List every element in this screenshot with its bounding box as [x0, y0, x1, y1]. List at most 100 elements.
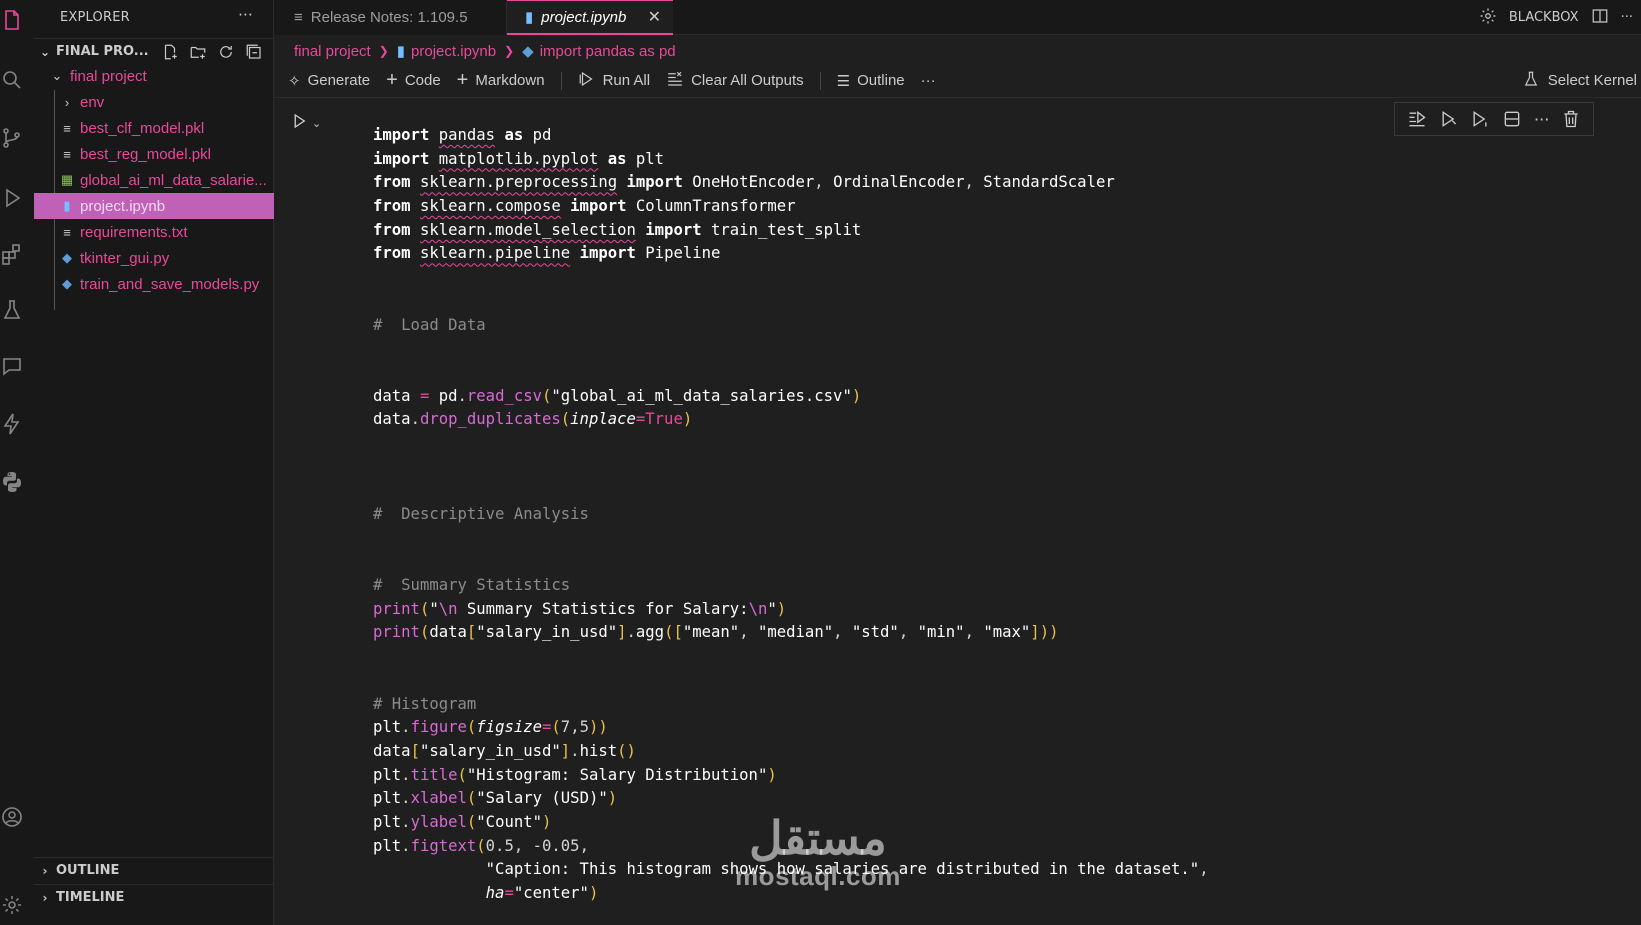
timeline-title: TIMELINE: [56, 890, 125, 905]
explorer-header: EXPLORER ···: [34, 0, 273, 35]
manage-gear-icon[interactable]: [0, 893, 22, 917]
extensions-icon[interactable]: [0, 242, 22, 266]
split-cell-icon[interactable]: [1502, 109, 1522, 129]
code-line: plt.title("Histogram: Salary Distributio…: [373, 765, 777, 784]
lightning-icon[interactable]: [0, 412, 22, 436]
refresh-icon[interactable]: [216, 42, 236, 62]
clear-outputs-label: Clear All Outputs: [691, 72, 804, 89]
notebook-icon: ▮: [396, 43, 406, 60]
explorer-title: EXPLORER: [60, 10, 130, 25]
more-actions-icon[interactable]: ···: [1621, 10, 1633, 25]
blackbox-label[interactable]: BLACKBOX: [1509, 10, 1579, 25]
tree-file-salaries-csv[interactable]: ▦ global_ai_ml_data_salarie...: [34, 167, 274, 193]
new-file-icon[interactable]: [160, 42, 180, 62]
tree-file-train-and-save-models[interactable]: ◆ train_and_save_models.py: [34, 271, 274, 297]
explorer-actions: [160, 42, 264, 62]
tree-item-label: tkinter_gui.py: [80, 249, 170, 267]
title-actions: BLACKBOX ···: [1479, 0, 1641, 35]
chevron-down-icon[interactable]: ⌄: [312, 117, 321, 130]
code-cell-editor[interactable]: import pandas as pd import matplotlib.pyp…: [373, 124, 1209, 906]
breadcrumb-item-file[interactable]: project.ipynb: [411, 43, 496, 60]
code-line: from sklearn.model_selection import trai…: [373, 220, 862, 239]
execute-above-icon[interactable]: [1439, 109, 1459, 129]
file-lines-icon: ≡: [63, 224, 71, 240]
execute-below-icon[interactable]: [1470, 109, 1490, 129]
tree-item-label: global_ai_ml_data_salarie...: [80, 171, 267, 189]
plus-icon: +: [386, 69, 398, 91]
tree-file-best-clf-model[interactable]: ≡ best_clf_model.pkl: [34, 115, 274, 141]
more-label: ···: [920, 72, 936, 89]
run-by-line-icon[interactable]: [1407, 109, 1427, 129]
tree-folder-env[interactable]: › env: [34, 89, 274, 115]
csv-table-icon: ▦: [60, 172, 74, 187]
python-symbol-icon: ◆: [522, 43, 534, 60]
tab-project-ipynb[interactable]: ▮ project.ipynb ✕: [507, 0, 673, 35]
code-line: from sklearn.compose import ColumnTransf…: [373, 197, 796, 216]
tree-file-tkinter-gui[interactable]: ◆ tkinter_gui.py: [34, 245, 274, 271]
chevron-right-icon: ›: [64, 94, 70, 110]
tab-release-notes[interactable]: ≡ Release Notes: 1.109.5: [274, 0, 507, 35]
watermark-arabic: مستقل: [749, 812, 887, 864]
new-folder-icon[interactable]: [188, 42, 208, 62]
explorer-icon[interactable]: [0, 8, 22, 32]
run-all-icon: [578, 70, 596, 92]
tree-item-label: env: [80, 93, 105, 111]
file-lines-icon: ≡: [63, 146, 71, 162]
clear-all-outputs-button[interactable]: Clear All Outputs: [666, 70, 804, 92]
chevron-down-icon: ⌄: [51, 68, 63, 83]
select-kernel-button[interactable]: Select Kernel: [1522, 70, 1637, 92]
outline-button[interactable]: ☰ Outline: [837, 72, 905, 90]
tree-file-project-ipynb[interactable]: ▮ project.ipynb: [34, 193, 274, 219]
run-debug-icon[interactable]: [0, 186, 22, 210]
chat-icon[interactable]: [0, 354, 22, 378]
workspace-section-header[interactable]: ⌄ FINAL PRO...: [34, 38, 274, 64]
search-icon[interactable]: [0, 68, 22, 92]
account-icon[interactable]: [0, 805, 22, 829]
run-all-button[interactable]: Run All: [578, 70, 650, 92]
collapse-all-icon[interactable]: [244, 42, 264, 62]
split-editor-icon[interactable]: [1591, 7, 1609, 29]
python-icon[interactable]: [0, 470, 22, 494]
delete-cell-icon[interactable]: [1561, 109, 1581, 129]
cell-run-controls: ⌄: [290, 112, 321, 134]
close-icon[interactable]: ✕: [648, 7, 661, 27]
source-control-icon[interactable]: [0, 126, 22, 150]
editor-tab-bar: ≡ Release Notes: 1.109.5 ▮ project.ipynb…: [274, 0, 1641, 35]
workspace-name: FINAL PRO...: [56, 44, 149, 59]
tab-label: Release Notes: 1.109.5: [310, 9, 468, 26]
settings-gear-icon[interactable]: [1479, 7, 1497, 29]
breadcrumb: final project ❯ ▮ project.ipynb ❯ ◆ impo…: [274, 38, 676, 64]
add-markdown-cell-button[interactable]: + Markdown: [457, 69, 545, 92]
tree-item-label: final project: [70, 67, 147, 85]
code-line: import matplotlib.pyplot as plt: [373, 149, 665, 168]
cell-more-icon[interactable]: ···: [1534, 110, 1549, 129]
code-line: print(data["salary_in_usd"].agg(["mean",…: [373, 623, 1059, 642]
outline-section-header[interactable]: › OUTLINE: [34, 857, 274, 883]
toolbar-more-button[interactable]: ···: [921, 72, 936, 89]
tree-file-requirements[interactable]: ≡ requirements.txt: [34, 219, 274, 245]
add-code-cell-button[interactable]: + Code: [386, 69, 441, 92]
testing-icon[interactable]: [0, 298, 22, 322]
watermark-latin: mostaql.com: [735, 861, 901, 891]
code-line: from sklearn.pipeline import Pipeline: [373, 244, 721, 263]
code-line: # Summary Statistics: [373, 576, 571, 595]
tree-item-label: best_clf_model.pkl: [80, 119, 205, 137]
notebook-icon: ▮: [63, 198, 71, 213]
breadcrumb-item-cell[interactable]: import pandas as pd: [540, 43, 676, 60]
generate-button[interactable]: ✧ Generate: [288, 72, 370, 90]
timeline-section-header[interactable]: › TIMELINE: [34, 884, 274, 910]
explorer-more-button[interactable]: ···: [238, 6, 253, 24]
tree-folder-final-project[interactable]: ⌄ final project: [34, 63, 274, 89]
breadcrumb-item-folder[interactable]: final project: [294, 43, 371, 60]
code-line: import pandas as pd: [373, 126, 552, 144]
chevron-right-icon: ❯: [504, 44, 515, 58]
tree-file-best-reg-model[interactable]: ≡ best_reg_model.pkl: [34, 141, 274, 167]
toolbar-divider: [819, 71, 821, 90]
execute-cell-icon[interactable]: [290, 112, 308, 134]
notebook-icon: ▮: [525, 9, 534, 26]
